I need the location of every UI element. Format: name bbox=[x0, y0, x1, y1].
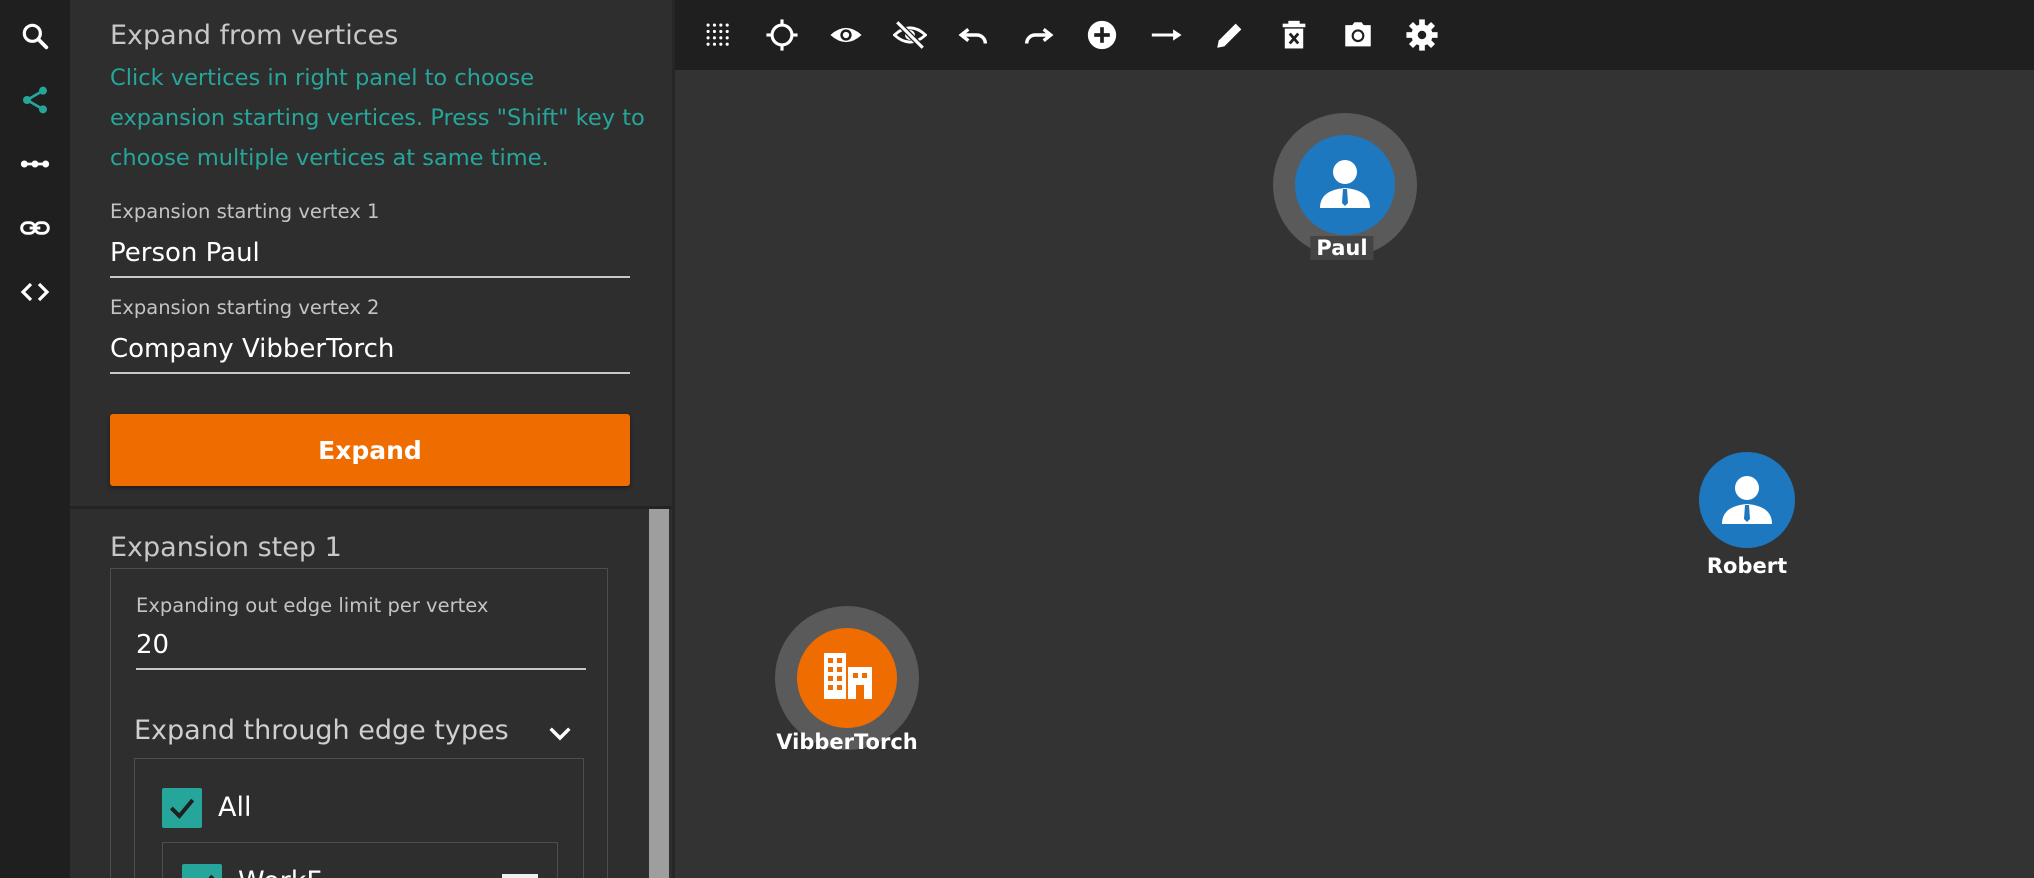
chevron-down-icon[interactable] bbox=[544, 718, 576, 750]
edge-limit-field[interactable] bbox=[136, 622, 586, 670]
workfor-label: WorkF bbox=[238, 866, 322, 878]
vertex-robert[interactable] bbox=[1697, 450, 1797, 550]
undo-icon[interactable] bbox=[953, 14, 995, 56]
expand-panel: Expand from vertices Click vertices in r… bbox=[70, 0, 675, 878]
crosshair-icon[interactable] bbox=[761, 14, 803, 56]
vertex1-field[interactable] bbox=[110, 230, 630, 278]
vertex-label-robert: Robert bbox=[1706, 554, 1788, 578]
share-icon[interactable] bbox=[15, 80, 55, 120]
gear-icon[interactable] bbox=[1401, 14, 1443, 56]
eye-icon[interactable] bbox=[825, 14, 867, 56]
panel-scrollbar[interactable] bbox=[649, 509, 669, 878]
check-icon bbox=[208, 874, 215, 878]
expand-button[interactable]: Expand bbox=[110, 414, 630, 486]
code-icon[interactable] bbox=[15, 272, 55, 312]
eye-off-icon[interactable] bbox=[889, 14, 931, 56]
add-circle-icon[interactable] bbox=[1081, 14, 1123, 56]
edge-color-swatch[interactable] bbox=[502, 874, 538, 878]
vertex2-field[interactable] bbox=[110, 326, 630, 374]
left-icon-rail bbox=[0, 0, 70, 878]
camera-icon[interactable] bbox=[1337, 14, 1379, 56]
path-icon[interactable] bbox=[15, 144, 55, 184]
link-icon[interactable] bbox=[15, 208, 55, 248]
all-checkbox[interactable] bbox=[162, 788, 202, 828]
graph-canvas[interactable]: Paul Robert VibberTorch bbox=[675, 70, 2034, 878]
edge-limit-label: Expanding out edge limit per vertex bbox=[136, 594, 489, 617]
vertex-label-paul: Paul bbox=[1310, 236, 1374, 260]
arrow-right-icon[interactable] bbox=[1145, 14, 1187, 56]
instruction-hint: Click vertices in right panel to choose … bbox=[110, 65, 645, 171]
vertex-label-vibbertorch: VibberTorch bbox=[776, 730, 918, 754]
panel-divider bbox=[70, 506, 672, 509]
delete-icon[interactable] bbox=[1273, 14, 1315, 56]
edge-types-title: Expand through edge types bbox=[134, 715, 509, 746]
graph-toolbar bbox=[675, 0, 2034, 70]
grid-icon[interactable] bbox=[697, 14, 739, 56]
all-label: All bbox=[218, 792, 252, 823]
redo-icon[interactable] bbox=[1017, 14, 1059, 56]
step-title: Expansion step 1 bbox=[110, 532, 342, 563]
search-icon[interactable] bbox=[15, 16, 55, 56]
check-icon bbox=[169, 798, 195, 819]
vertex2-label: Expansion starting vertex 2 bbox=[110, 296, 380, 319]
section-title: Expand from vertices bbox=[110, 20, 399, 51]
pencil-icon[interactable] bbox=[1209, 14, 1251, 56]
workfor-checkbox[interactable] bbox=[182, 864, 222, 878]
graph-explorer-app: Expand from vertices Click vertices in r… bbox=[0, 0, 2034, 878]
vertex1-label: Expansion starting vertex 1 bbox=[110, 200, 380, 223]
